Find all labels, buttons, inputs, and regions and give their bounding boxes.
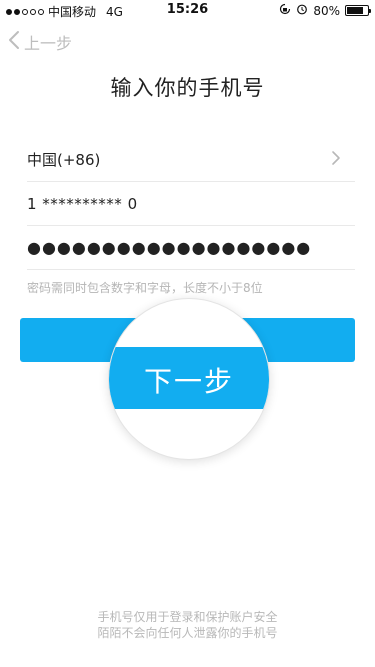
battery-percent: 80%: [313, 3, 340, 18]
status-right: 80%: [279, 3, 371, 18]
alarm-icon: [296, 3, 308, 18]
battery-fill: [347, 7, 363, 14]
chevron-right-icon: [331, 150, 341, 170]
back-button[interactable]: 上一步: [8, 30, 72, 54]
password-value: ●●●●●●●●●●●●●●●●●●●: [27, 238, 312, 257]
phone-value: 1 ********** 0: [27, 194, 138, 213]
password-input[interactable]: ●●●●●●●●●●●●●●●●●●●: [27, 226, 355, 270]
password-hint: 密码需同时包含数字和字母，长度不小于8位: [27, 281, 263, 295]
country-selector[interactable]: 中国(+86): [27, 138, 355, 182]
country-value: 中国(+86): [27, 151, 101, 169]
chevron-left-icon: [8, 30, 20, 54]
back-label: 上一步: [24, 34, 73, 53]
phone-input[interactable]: 1 ********** 0: [27, 182, 355, 226]
next-button-label: 下一步: [143, 365, 234, 398]
battery-icon: [345, 5, 371, 16]
page-title: 输入你的手机号: [110, 76, 265, 100]
magnifier-overlay: 下一步: [108, 298, 270, 460]
privacy-note: 手机号仅用于登录和保护账户安全 陌陌不会向任何人泄露你的手机号: [0, 609, 375, 641]
privacy-line-1: 手机号仅用于登录和保护账户安全: [97, 610, 278, 624]
nav-bar: 上一步: [0, 22, 375, 62]
status-bar: 中国移动 4G 15:26 80%: [0, 0, 375, 20]
privacy-line-2: 陌陌不会向任何人泄露你的手机号: [97, 626, 278, 640]
rotation-lock-icon: [279, 3, 291, 18]
